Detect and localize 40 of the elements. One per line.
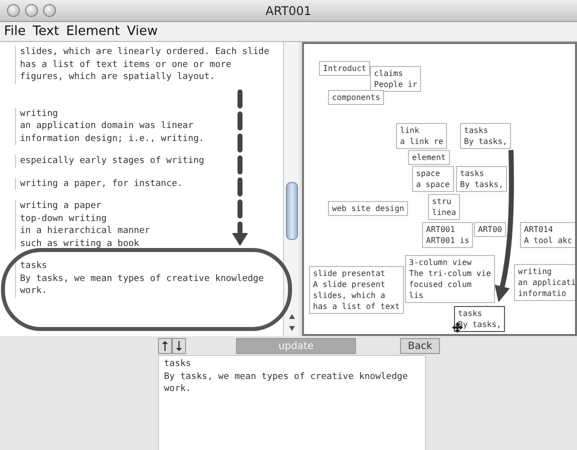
window-title: ART001 [264, 4, 312, 18]
menu-item[interactable]: View [126, 24, 158, 39]
move-up-button[interactable] [158, 338, 172, 354]
move-down-button[interactable] [172, 338, 186, 354]
note-node[interactable]: stru linea [428, 194, 460, 220]
note-node[interactable]: web site design [328, 201, 408, 216]
paragraph[interactable]: writing a paper, for instance. [15, 178, 183, 190]
paragraph[interactable]: espeically early stages of writing [15, 155, 204, 168]
note-node[interactable]: element [408, 150, 450, 165]
paragraph[interactable]: writing an application domain was linear information design; i.e., writing. [15, 108, 204, 145]
note-node[interactable]: Introduct [319, 61, 370, 76]
note-node[interactable]: tasks By tasks, [456, 166, 508, 192]
up-arrow-icon [162, 341, 168, 351]
note-node[interactable]: slide presentat A slide present slides, which a has a list of text [309, 266, 404, 314]
window-control[interactable] [7, 4, 20, 17]
menu-item[interactable]: Element [66, 24, 120, 39]
menu-item[interactable]: Text [32, 24, 60, 39]
note-node[interactable]: space a space [412, 166, 454, 192]
window-control[interactable] [43, 4, 56, 17]
note-node[interactable]: link a link re [396, 123, 448, 149]
paragraph[interactable]: tasks By tasks, we mean types of creative knowledge work. [15, 260, 264, 298]
menu-item[interactable]: File [4, 24, 26, 39]
down-arrow-icon [176, 341, 182, 351]
scroll-thumb[interactable] [286, 182, 298, 240]
note-node[interactable]: claims People ir [370, 66, 422, 92]
note-node[interactable]: ART014 A tool akc [520, 222, 575, 248]
note-node[interactable]: writing an applicati informatio [514, 264, 575, 301]
note-node[interactable]: tasks By tasks, [460, 123, 512, 149]
paragraph[interactable]: writing a paper top-down writing in a hierarchical manner such as writing a book [15, 200, 150, 250]
note-node[interactable]: 3-column view The tri-colum vie focused colum lis [405, 255, 495, 303]
back-button[interactable]: Back [400, 338, 440, 354]
scroll-up-icon[interactable] [288, 313, 296, 320]
window-control[interactable] [25, 4, 38, 17]
note-node[interactable]: components [328, 90, 384, 105]
note-node[interactable]: ART001 ART001 is [422, 222, 474, 248]
scrollbar[interactable] [283, 42, 299, 336]
scroll-down-icon[interactable] [288, 325, 296, 332]
detail-text-area[interactable]: tasks By tasks, we mean types of creative knowledge work. [158, 355, 426, 450]
note-node[interactable]: ART00 [474, 222, 506, 237]
paragraph[interactable]: slides, which are linearly ordered. Each slide has a list of text items or one or more figures, which are spatially layout. [15, 46, 270, 84]
